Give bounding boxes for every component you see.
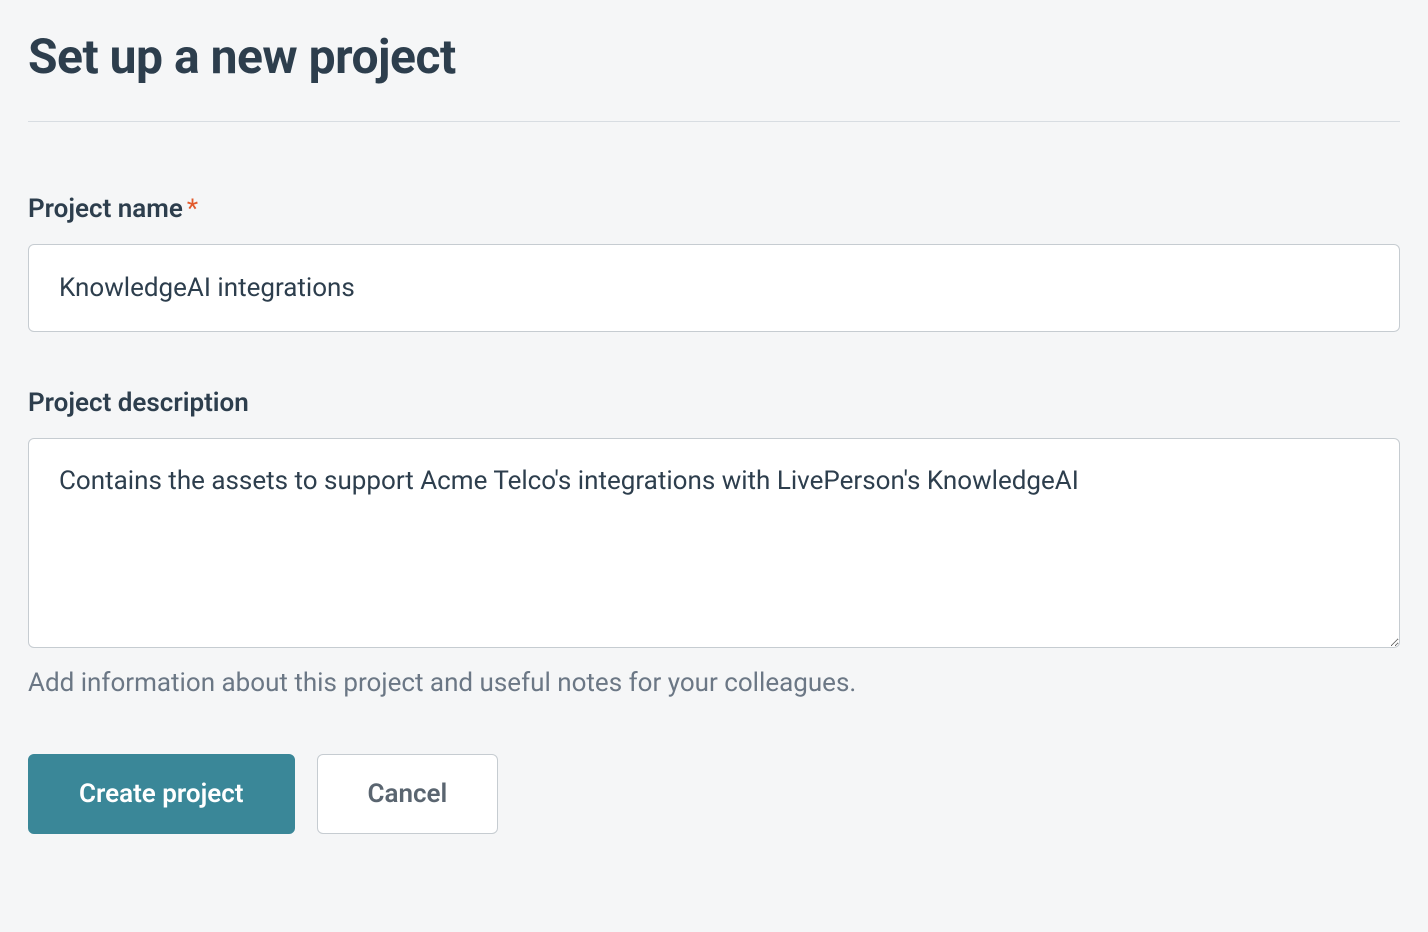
project-name-label: Project name* — [28, 194, 1400, 224]
divider — [28, 121, 1400, 122]
create-project-button[interactable]: Create project — [28, 754, 295, 834]
project-name-group: Project name* — [28, 194, 1400, 332]
button-row: Create project Cancel — [28, 754, 1400, 834]
cancel-button[interactable]: Cancel — [317, 754, 499, 834]
project-description-group: Project description Add information abou… — [28, 388, 1400, 698]
project-description-label: Project description — [28, 388, 1400, 418]
page-title: Set up a new project — [28, 28, 1400, 85]
project-description-input[interactable] — [28, 438, 1400, 648]
project-name-label-text: Project name — [28, 194, 183, 224]
project-name-input[interactable] — [28, 244, 1400, 332]
project-description-helper: Add information about this project and u… — [28, 668, 1400, 698]
required-asterisk-icon: * — [187, 194, 198, 224]
